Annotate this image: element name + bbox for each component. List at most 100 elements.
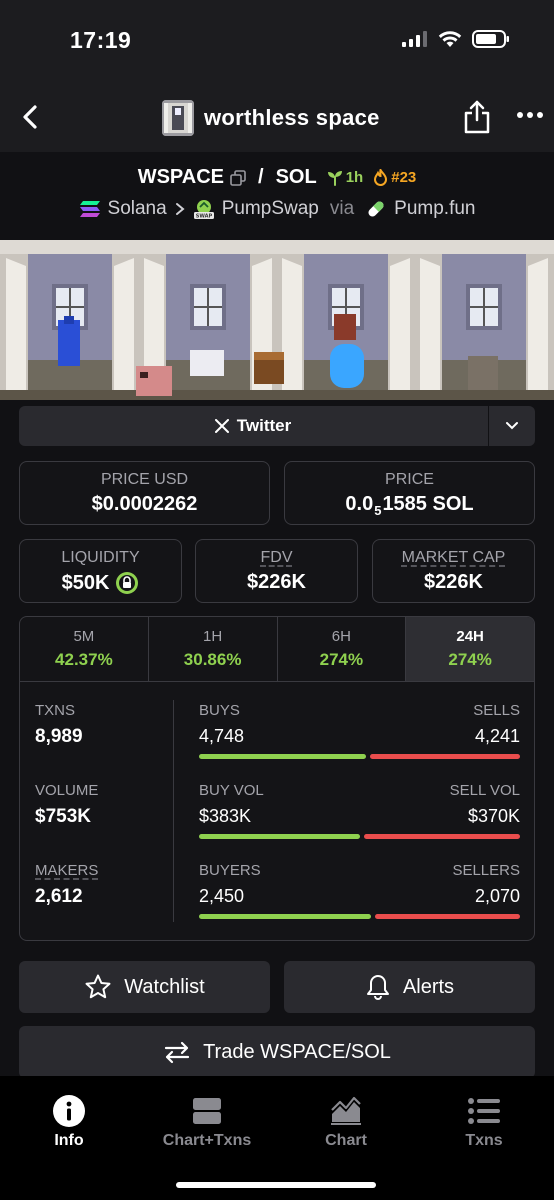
chart-icon bbox=[331, 1096, 361, 1125]
buyers-label: BUYERS bbox=[199, 862, 261, 879]
buy-volume-label: BUY VOL bbox=[199, 782, 264, 799]
market-cap-card: MARKET CAP $226K bbox=[372, 539, 535, 603]
socials-expand-button[interactable] bbox=[488, 406, 535, 446]
tab-chart-txns-label: Chart+Txns bbox=[162, 1132, 252, 1149]
fdv-value: $226K bbox=[247, 571, 306, 593]
buys-value: 4,748 bbox=[199, 726, 245, 746]
tab-info[interactable]: Info bbox=[0, 1094, 138, 1150]
buy-volume-value: $383K bbox=[199, 806, 252, 826]
split-view-icon bbox=[193, 1098, 221, 1124]
pair-age-badge: 1h bbox=[327, 169, 363, 186]
sells-label: SELLS bbox=[473, 702, 520, 719]
tab-6h[interactable]: 6H 274% bbox=[278, 617, 407, 681]
trending-rank-badge[interactable]: #23 bbox=[373, 169, 416, 186]
fdv-label[interactable]: FDV bbox=[196, 549, 357, 567]
tab-label: 6H bbox=[331, 628, 351, 645]
sell-volume-bar bbox=[364, 834, 520, 839]
copy-icon[interactable] bbox=[230, 169, 246, 186]
fdv-card: FDV $226K bbox=[195, 539, 358, 603]
pumpswap-icon: SWAP bbox=[193, 200, 214, 220]
lock-icon[interactable] bbox=[115, 571, 139, 595]
chevron-right-icon bbox=[175, 203, 185, 215]
price-native-zero-count: 5 bbox=[374, 503, 382, 518]
base-symbol: WSPACE bbox=[137, 166, 225, 188]
buyvol-sellvol-bar bbox=[199, 834, 520, 839]
price-usd-label: PRICE USD bbox=[100, 471, 189, 488]
makers-value: 2,612 bbox=[35, 886, 83, 907]
status-bar: 17:19 bbox=[0, 0, 554, 86]
sell-volume-label: SELL VOL bbox=[449, 782, 520, 799]
tab-txns[interactable]: Txns bbox=[415, 1094, 553, 1150]
buyvol-sellvol-ratio: BUY VOL SELL VOL $383K $370K bbox=[199, 782, 520, 839]
share-button[interactable] bbox=[463, 100, 491, 134]
token-avatar bbox=[162, 100, 194, 136]
via-label: via bbox=[329, 198, 355, 219]
tab-label: 24H bbox=[456, 628, 484, 645]
token-info-panel: Twitter PRICE USD $0.0002262 PRICE 0.0 5… bbox=[0, 400, 554, 1078]
twitter-label: Twitter bbox=[236, 416, 292, 435]
price-native-suffix: 1585 SOL bbox=[382, 493, 474, 515]
txns-value: 8,989 bbox=[35, 726, 83, 747]
chevron-down-icon bbox=[506, 422, 518, 430]
tab-1h[interactable]: 1H 30.86% bbox=[149, 617, 278, 681]
dex-name[interactable]: PumpSwap bbox=[222, 198, 319, 220]
swap-arrows-icon bbox=[164, 1041, 190, 1064]
twitter-button[interactable]: Twitter bbox=[19, 406, 487, 446]
trade-button[interactable]: Trade WSPACE/SOL bbox=[19, 1026, 535, 1078]
buys-bar bbox=[199, 754, 366, 759]
price-native-prefix: 0.0 bbox=[345, 493, 374, 515]
watchlist-label: Watchlist bbox=[124, 975, 205, 998]
liquidity-label: LIQUIDITY bbox=[61, 549, 140, 566]
sellers-value: 2,070 bbox=[474, 886, 520, 906]
info-icon bbox=[53, 1095, 85, 1127]
pill-icon bbox=[368, 201, 384, 217]
watchlist-button[interactable]: Watchlist bbox=[19, 961, 270, 1013]
buyers-bar bbox=[199, 914, 371, 919]
wifi-icon bbox=[438, 31, 462, 47]
trading-stats: 5M 42.37% 1H 30.86% 6H 274% 24H 274% TXN… bbox=[19, 616, 535, 941]
sprout-icon bbox=[327, 170, 342, 186]
volume-stat: VOLUME $753K bbox=[35, 782, 98, 828]
txns-stat: TXNS 8,989 bbox=[35, 702, 83, 748]
pair-separator: / bbox=[258, 166, 264, 188]
status-icons bbox=[402, 30, 510, 48]
more-button[interactable] bbox=[516, 108, 544, 120]
sell-volume-value: $370K bbox=[467, 806, 520, 826]
sellers-bar bbox=[375, 914, 520, 919]
alerts-button[interactable]: Alerts bbox=[284, 961, 535, 1013]
price-usd-card: PRICE USD $0.0002262 bbox=[19, 461, 270, 525]
tab-5m[interactable]: 5M 42.37% bbox=[20, 617, 149, 681]
back-button[interactable] bbox=[16, 102, 46, 132]
pair-info: WSPACE / SOL 1h #23 Solana SWAP PumpSwap… bbox=[0, 152, 554, 240]
chevron-left-icon bbox=[23, 105, 37, 129]
market-cap-label[interactable]: MARKET CAP bbox=[373, 549, 534, 567]
buyers-value: 2,450 bbox=[199, 886, 245, 906]
liquidity-card: LIQUIDITY $50K bbox=[19, 539, 182, 603]
launchpad-name[interactable]: Pump.fun bbox=[394, 198, 475, 220]
price-native-card: PRICE 0.0 5 1585 SOL bbox=[284, 461, 535, 525]
liquidity-value: $50K bbox=[61, 571, 110, 594]
tab-chart-label: Chart bbox=[325, 1132, 367, 1149]
flame-icon bbox=[374, 169, 388, 186]
tab-chart-txns[interactable]: Chart+Txns bbox=[138, 1094, 276, 1150]
chain-name[interactable]: Solana bbox=[108, 198, 167, 220]
tab-chart[interactable]: Chart bbox=[277, 1094, 415, 1150]
bell-icon bbox=[366, 975, 389, 1000]
sells-value: 4,241 bbox=[474, 726, 520, 746]
alerts-label: Alerts bbox=[402, 975, 455, 998]
liquidity-value-row: $50K bbox=[20, 571, 181, 595]
volume-label: VOLUME bbox=[35, 782, 99, 799]
nav-title: worthless space bbox=[204, 105, 380, 130]
tab-label: 1H bbox=[203, 628, 223, 645]
share-icon bbox=[464, 100, 490, 134]
price-native-label: PRICE bbox=[385, 471, 434, 488]
price-change: 274% bbox=[448, 650, 492, 669]
timeframe-tabs: 5M 42.37% 1H 30.86% 6H 274% 24H 274% bbox=[20, 617, 534, 682]
tab-24h[interactable]: 24H 274% bbox=[406, 617, 534, 681]
star-icon bbox=[85, 974, 111, 999]
nav-bar: worthless space bbox=[0, 86, 554, 152]
buys-sells-bar bbox=[199, 754, 520, 759]
price-native-value: 0.0 5 1585 SOL bbox=[285, 493, 534, 518]
makers-label[interactable]: MAKERS bbox=[35, 862, 98, 879]
home-indicator bbox=[176, 1182, 376, 1188]
